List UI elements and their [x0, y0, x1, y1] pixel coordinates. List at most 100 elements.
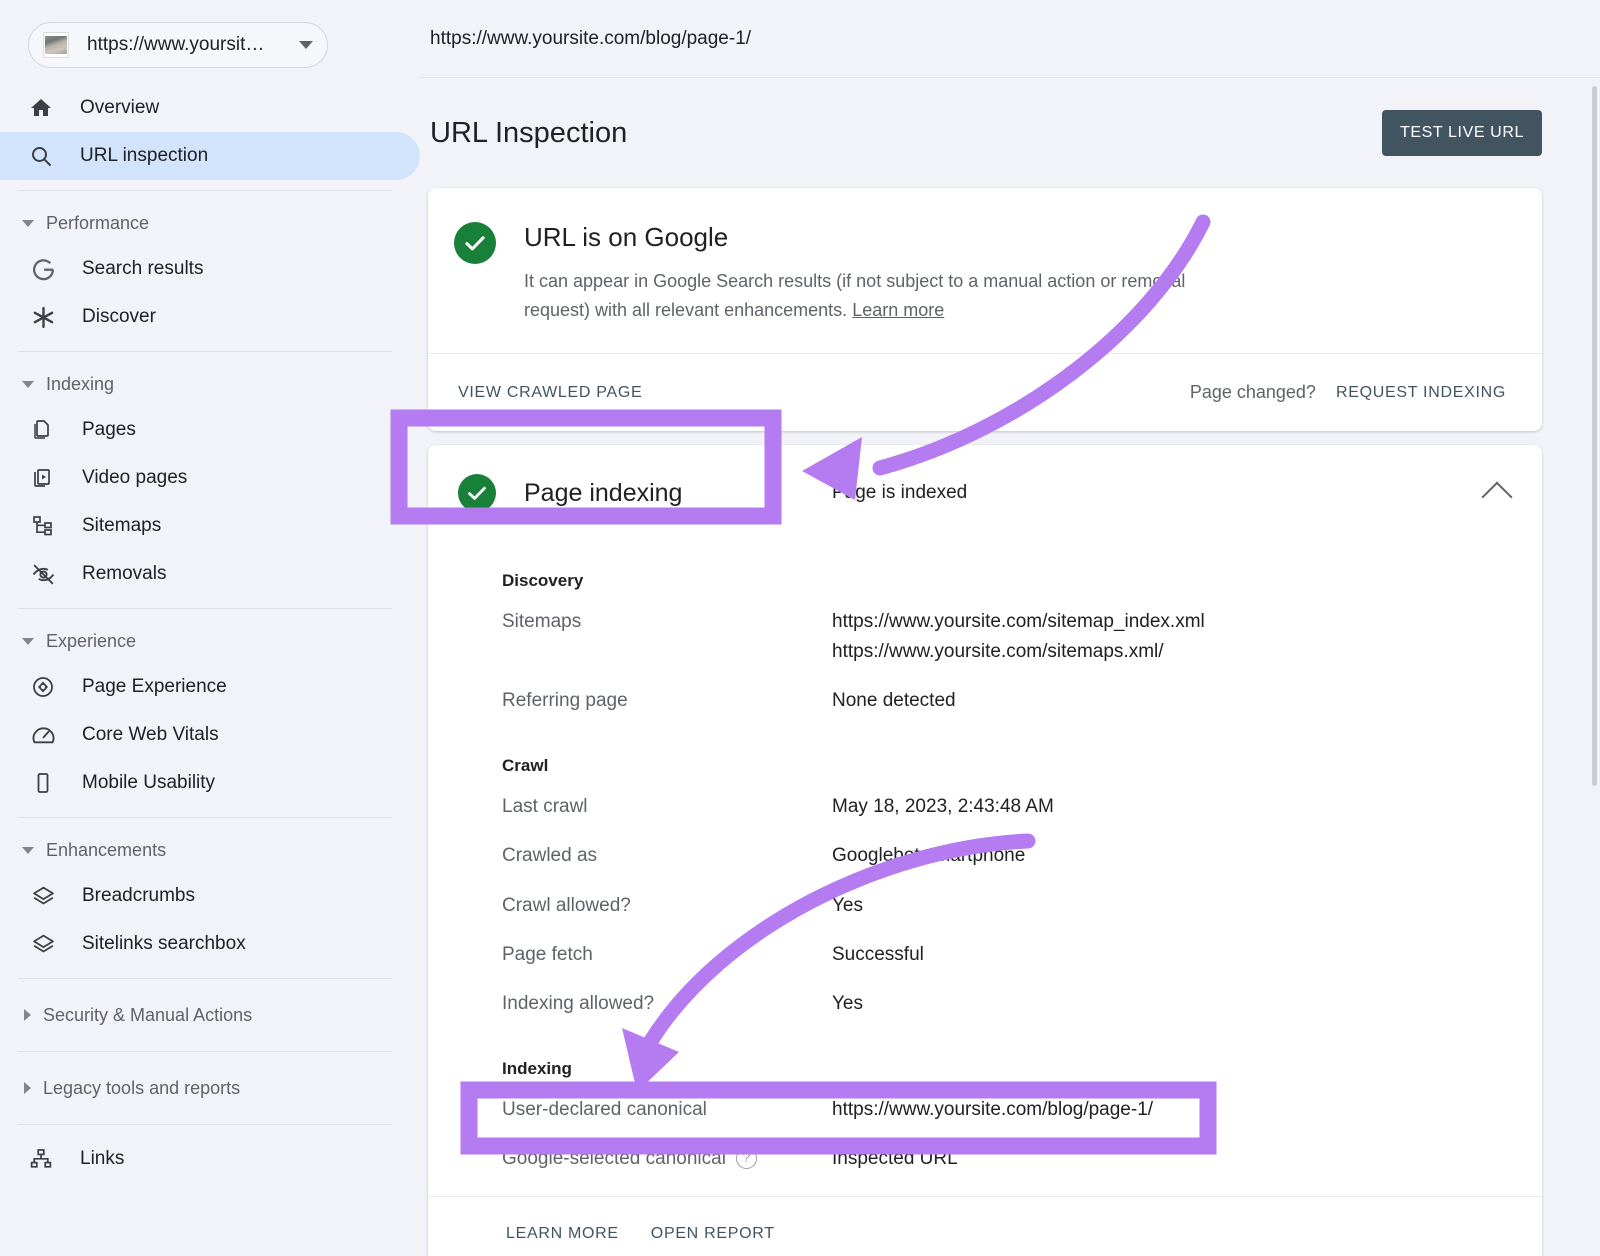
sidebar: https://www.yoursit… Overview URL inspec… — [0, 0, 420, 1256]
sidebar-item-mobile-usability[interactable]: Mobile Usability — [0, 759, 420, 807]
sidebar-divider — [18, 1124, 392, 1125]
sidebar-group-label: Enhancements — [46, 840, 166, 861]
sidebar-item-label: Core Web Vitals — [82, 724, 219, 746]
detail-label: Google-selected canonical? — [502, 1144, 832, 1173]
home-icon — [28, 95, 54, 121]
sidebar-item-label: Sitelinks searchbox — [82, 933, 246, 955]
sidebar-item-label: Search results — [82, 258, 203, 280]
chevron-up-icon[interactable] — [1481, 482, 1512, 513]
sidebar-item-overview[interactable]: Overview — [0, 84, 420, 132]
sidebar-group-label: Indexing — [46, 374, 114, 395]
sidebar-group-experience[interactable]: Experience — [0, 619, 420, 663]
sidebar-divider — [18, 190, 392, 191]
sidebar-group-indexing[interactable]: Indexing — [0, 362, 420, 406]
page-indexing-title-group: Page indexing — [428, 474, 832, 512]
detail-value: Yes — [832, 989, 863, 1018]
detail-section-title: Indexing — [428, 1029, 1542, 1085]
sidebar-item-search-results[interactable]: Search results — [0, 245, 420, 293]
detail-label: Crawl allowed? — [502, 891, 832, 920]
sidebar-item-sitelinks-searchbox[interactable]: Sitelinks searchbox — [0, 920, 420, 968]
caret-down-icon[interactable] — [299, 41, 313, 49]
sidebar-divider — [18, 817, 392, 818]
page-indexing-footer: LEARN MORE OPEN REPORT — [428, 1196, 1542, 1256]
url-status-actions: VIEW CRAWLED PAGE Page changed? REQUEST … — [428, 353, 1542, 431]
sidebar-divider — [18, 1051, 392, 1052]
chevron-right-icon — [24, 1009, 31, 1021]
sidebar-item-sitemaps[interactable]: Sitemaps — [0, 502, 420, 550]
nav-primary: Overview URL inspection — [0, 84, 420, 180]
view-crawled-page-button[interactable]: VIEW CRAWLED PAGE — [458, 384, 642, 402]
sidebar-divider — [18, 351, 392, 352]
detail-label: Crawled as — [502, 841, 832, 870]
page-indexing-card: Page indexing Page is indexed Discovery … — [428, 445, 1542, 1256]
sidebar-item-url-inspection[interactable]: URL inspection — [0, 132, 420, 180]
chevron-down-icon — [22, 847, 34, 854]
detail-value: Googlebot smartphone — [832, 841, 1025, 870]
detail-section-title: Crawl — [428, 726, 1542, 782]
sidebar-item-label: Sitemaps — [82, 515, 161, 537]
sitemaps-icon — [30, 513, 56, 539]
property-selector-label: https://www.yoursit… — [87, 34, 293, 56]
url-status-description-line2: request) with all relevant enhancements. — [524, 300, 852, 320]
learn-more-link[interactable]: Learn more — [852, 300, 944, 320]
inspected-url-text: https://www.yoursite.com/blog/page-1/ — [430, 28, 751, 50]
video-pages-icon — [30, 465, 56, 491]
sidebar-group-label: Performance — [46, 213, 149, 234]
detail-row: User-declared canonical https://www.your… — [428, 1085, 1542, 1134]
sidebar-group-performance[interactable]: Performance — [0, 201, 420, 245]
detail-value: Yes — [832, 891, 863, 920]
test-live-url-button[interactable]: TEST LIVE URL — [1382, 110, 1542, 156]
property-selector[interactable]: https://www.yoursit… — [28, 22, 328, 68]
sidebar-item-label: Discover — [82, 306, 156, 328]
layers-icon — [30, 883, 56, 909]
sidebar-divider — [18, 978, 392, 979]
url-status-description: It can appear in Google Search results (… — [524, 267, 1185, 325]
help-question-icon[interactable]: ? — [736, 1148, 757, 1169]
sidebar-item-label: Video pages — [82, 467, 187, 489]
sidebar-item-label: Removals — [82, 563, 166, 585]
sidebar-item-video-pages[interactable]: Video pages — [0, 454, 420, 502]
detail-value: None detected — [832, 686, 956, 715]
detail-label: Indexing allowed? — [502, 989, 832, 1018]
learn-more-button[interactable]: LEARN MORE — [506, 1225, 619, 1243]
sidebar-group-enhancements[interactable]: Enhancements — [0, 828, 420, 872]
green-check-circle-icon — [458, 474, 496, 512]
page-indexing-title: Page indexing — [524, 479, 682, 508]
sidebar-item-core-web-vitals[interactable]: Core Web Vitals — [0, 711, 420, 759]
sidebar-item-label: Links — [80, 1148, 124, 1170]
chevron-down-icon — [22, 220, 34, 227]
sidebar-item-removals[interactable]: Removals — [0, 550, 420, 598]
sidebar-item-links[interactable]: Links — [0, 1135, 420, 1183]
open-report-button[interactable]: OPEN REPORT — [651, 1225, 775, 1243]
site-thumbnail-icon — [43, 32, 69, 58]
page-header: URL Inspection TEST LIVE URL — [420, 78, 1600, 188]
sidebar-item-label: Page Experience — [82, 676, 227, 698]
url-status-description-line1: It can appear in Google Search results (… — [524, 271, 1185, 291]
url-status-title: URL is on Google — [524, 222, 1185, 253]
pages-icon — [30, 417, 56, 443]
sidebar-group-legacy-tools[interactable]: Legacy tools and reports — [0, 1062, 420, 1114]
search-icon — [28, 143, 54, 169]
request-indexing-button[interactable]: REQUEST INDEXING — [1336, 384, 1506, 402]
sidebar-group-label: Security & Manual Actions — [43, 1005, 252, 1026]
scrollbar-thumb[interactable] — [1592, 86, 1597, 786]
page-indexing-header[interactable]: Page indexing Page is indexed — [428, 445, 1542, 541]
detail-value-line: https://www.yoursite.com/sitemap_index.x… — [832, 607, 1205, 636]
chevron-down-icon — [22, 638, 34, 645]
page-experience-icon — [30, 674, 56, 700]
page-indexing-details: Discovery Sitemaps https://www.yoursite.… — [428, 541, 1542, 1195]
detail-label-text: Google-selected canonical — [502, 1148, 726, 1169]
detail-value: Inspected URL — [832, 1144, 958, 1173]
detail-value: Successful — [832, 940, 924, 969]
sidebar-item-discover[interactable]: Discover — [0, 293, 420, 341]
sidebar-item-breadcrumbs[interactable]: Breadcrumbs — [0, 872, 420, 920]
sidebar-item-page-experience[interactable]: Page Experience — [0, 663, 420, 711]
eye-off-icon — [30, 561, 56, 587]
sidebar-group-security[interactable]: Security & Manual Actions — [0, 989, 420, 1041]
detail-label: Referring page — [502, 686, 832, 715]
sidebar-item-pages[interactable]: Pages — [0, 406, 420, 454]
page-title: URL Inspection — [430, 117, 1382, 150]
url-status-card: URL is on Google It can appear in Google… — [428, 188, 1542, 431]
page-indexing-status: Page is indexed — [832, 482, 1486, 504]
chevron-down-icon — [22, 381, 34, 388]
